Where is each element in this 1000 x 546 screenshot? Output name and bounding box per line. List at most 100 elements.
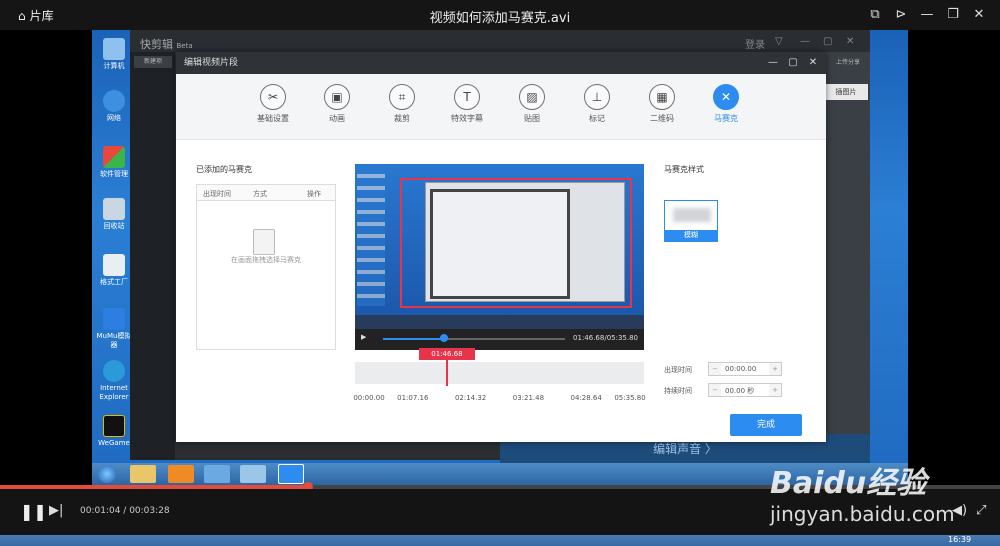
desktop-icon-ie: Internet Explorer bbox=[96, 360, 132, 402]
mosaic-table-header: 出现时间 方式 操作 bbox=[197, 185, 335, 201]
text-icon: T bbox=[454, 84, 480, 110]
media-icon bbox=[168, 465, 194, 483]
new-project-button[interactable]: 新建项 bbox=[134, 56, 172, 68]
blur-preview bbox=[673, 208, 711, 222]
desktop-icon-format-factory: 格式工厂 bbox=[96, 254, 132, 287]
minimize-icon[interactable]: — bbox=[918, 6, 936, 24]
tool-bar: ✂ 基础设置 ▣ 动画 ⌗ 裁剪 T 特效字幕 ▨ 贴图 ⊥ 标记 ▦ 二维码 ✕ 马赛克 bbox=[176, 74, 826, 140]
pin-marker-icon: ⊥ bbox=[584, 84, 610, 110]
tool-crop[interactable]: ⌗ 裁剪 bbox=[372, 84, 432, 124]
upload-share-button[interactable]: 上传分享 bbox=[826, 57, 870, 66]
play-icon[interactable]: ▶ bbox=[361, 333, 366, 341]
next-icon[interactable]: ▶| bbox=[49, 503, 63, 518]
preview-frame[interactable] bbox=[355, 164, 644, 329]
timeline-tick: 01:07.16 bbox=[397, 394, 429, 402]
appear-time-stepper[interactable]: − 00:00.00 + bbox=[708, 362, 782, 376]
col-method: 方式 bbox=[253, 190, 267, 198]
editor-minimize-icon[interactable]: — bbox=[800, 36, 810, 47]
pin-icon[interactable]: ⊳ bbox=[892, 6, 910, 24]
mosaic-table: 出现时间 方式 操作 在画面拖拽选择马赛克 bbox=[196, 184, 336, 350]
window-title: 视频如何添加马赛克.avi bbox=[429, 11, 571, 26]
mosaic-style-header: 马赛克样式 bbox=[664, 165, 704, 174]
desktop-icon-recycle: 回收站 bbox=[96, 198, 132, 231]
editor-right-panel: 上传分享 插图片 bbox=[824, 52, 870, 460]
editor-close-icon[interactable]: ✕ bbox=[846, 36, 854, 47]
watermark-brand: Baidu经验 bbox=[770, 466, 927, 501]
tool-sticker[interactable]: ▨ 贴图 bbox=[502, 84, 562, 124]
time-marker-label[interactable]: 01:46.68 bbox=[418, 348, 475, 360]
tool-basic-settings[interactable]: ✂ 基础设置 bbox=[243, 84, 303, 124]
video-preview[interactable]: ▶ 01:46.68/05:35.80 bbox=[355, 164, 644, 350]
tool-mark[interactable]: ⊥ 标记 bbox=[567, 84, 627, 124]
insert-image-button[interactable]: 插图片 bbox=[824, 84, 868, 100]
preview-desktop-icons bbox=[357, 166, 385, 306]
appear-time-label: 出现时间 bbox=[664, 366, 692, 374]
added-mosaic-panel: 已添加的马赛克 出现时间 方式 操作 在画面拖拽选择马赛克 bbox=[196, 164, 336, 354]
style-blur-option[interactable]: 模糊 bbox=[664, 200, 718, 242]
added-mosaic-header: 已添加的马赛克 bbox=[196, 165, 252, 174]
mosaic-style-panel: 马赛克样式 模糊 bbox=[664, 164, 804, 254]
tool-subtitle[interactable]: T 特效字幕 bbox=[437, 84, 497, 124]
plus-icon[interactable]: + bbox=[769, 363, 781, 375]
preview-seek-fill bbox=[383, 338, 443, 340]
login-link[interactable]: 登录 bbox=[745, 36, 765, 51]
preview-taskbar bbox=[355, 315, 644, 329]
timeline-tick: 02:14.32 bbox=[454, 394, 487, 402]
qrcode-icon: ▦ bbox=[649, 84, 675, 110]
close-icon[interactable]: ✕ bbox=[970, 6, 988, 24]
empty-document-icon bbox=[253, 229, 275, 255]
duration-stepper[interactable]: − 00.00 秒 + bbox=[708, 383, 782, 397]
dialog-minimize-icon[interactable]: — bbox=[764, 52, 782, 74]
menu-icon[interactable]: ▽ bbox=[775, 36, 783, 47]
dialog-close-icon[interactable]: ✕ bbox=[804, 52, 822, 74]
time-marker-line[interactable] bbox=[445, 360, 448, 386]
timeline-tick: 03:21.48 bbox=[512, 394, 545, 402]
animation-icon: ▣ bbox=[324, 84, 350, 110]
tool-qrcode[interactable]: ▦ 二维码 bbox=[632, 84, 692, 124]
appear-time-row: 出现时间 − 00:00.00 + bbox=[664, 362, 782, 376]
tool-mosaic[interactable]: ✕ 马赛克 bbox=[696, 84, 756, 124]
plus-icon[interactable]: + bbox=[769, 384, 781, 396]
done-button[interactable]: 完成 bbox=[730, 414, 802, 436]
dialog-title-bar: 编辑视频片段 — ▢ ✕ bbox=[176, 52, 826, 74]
scissors-icon: ✂ bbox=[260, 84, 286, 110]
preview-seek-knob[interactable] bbox=[440, 334, 448, 342]
minus-icon[interactable]: − bbox=[709, 363, 721, 375]
duration-value: 00.00 秒 bbox=[725, 387, 755, 395]
style-blur-label: 模糊 bbox=[665, 230, 717, 241]
desktop-icon-computer: 计算机 bbox=[96, 38, 132, 71]
start-orb-icon bbox=[98, 465, 116, 483]
player-time: 00:01:04 / 00:03:28 bbox=[80, 506, 170, 516]
desktop-icon-mumu: MuMu模拟器 bbox=[96, 308, 132, 350]
screenshot-icon[interactable]: ⧉ bbox=[866, 6, 884, 24]
appear-time-value: 00:00.00 bbox=[725, 365, 757, 373]
tool-animation[interactable]: ▣ 动画 bbox=[307, 84, 367, 124]
image-icon: ▨ bbox=[519, 84, 545, 110]
kuaijianji-icon bbox=[278, 464, 304, 484]
editor-logo: 快剪辑 Beta bbox=[140, 38, 193, 51]
crop-icon: ⌗ bbox=[389, 84, 415, 110]
empty-hint: 在画面拖拽选择马赛克 bbox=[231, 256, 301, 264]
dialog-title: 编辑视频片段 bbox=[184, 58, 239, 68]
editor-left-panel: 新建项 bbox=[130, 52, 175, 460]
paint-icon bbox=[204, 465, 230, 483]
desktop-icon-wegame: WeGame bbox=[96, 415, 132, 448]
player-title-bar: ⌂ 片库 视频如何添加马赛克.avi ⧉ ⊳ — ❐ ✕ bbox=[0, 0, 1000, 30]
dialog-maximize-icon[interactable]: ▢ bbox=[784, 52, 802, 74]
editor-maximize-icon[interactable]: ▢ bbox=[823, 36, 832, 47]
col-appear-time: 出现时间 bbox=[203, 190, 231, 198]
timeline[interactable]: 01:46.68 00:00.00 01:07.16 02:14.32 03:21.4… bbox=[353, 348, 646, 422]
minus-icon[interactable]: − bbox=[709, 384, 721, 396]
timeline-tick: 05:35.80 bbox=[614, 394, 646, 402]
timeline-track[interactable] bbox=[355, 362, 644, 384]
mosaic-selection-box[interactable] bbox=[400, 178, 632, 308]
clock: 16:39 bbox=[948, 535, 972, 544]
maximize-icon[interactable]: ❐ bbox=[944, 6, 962, 24]
desktop-icon-software: 软件管理 bbox=[96, 146, 132, 179]
pause-icon[interactable]: ❚❚ bbox=[20, 502, 47, 521]
mosaic-icon: ✕ bbox=[713, 84, 739, 110]
app-icon bbox=[240, 465, 266, 483]
folder-icon bbox=[130, 465, 156, 483]
duration-label: 持续时间 bbox=[664, 387, 692, 395]
watermark-url: jingyan.baidu.com bbox=[770, 502, 955, 526]
